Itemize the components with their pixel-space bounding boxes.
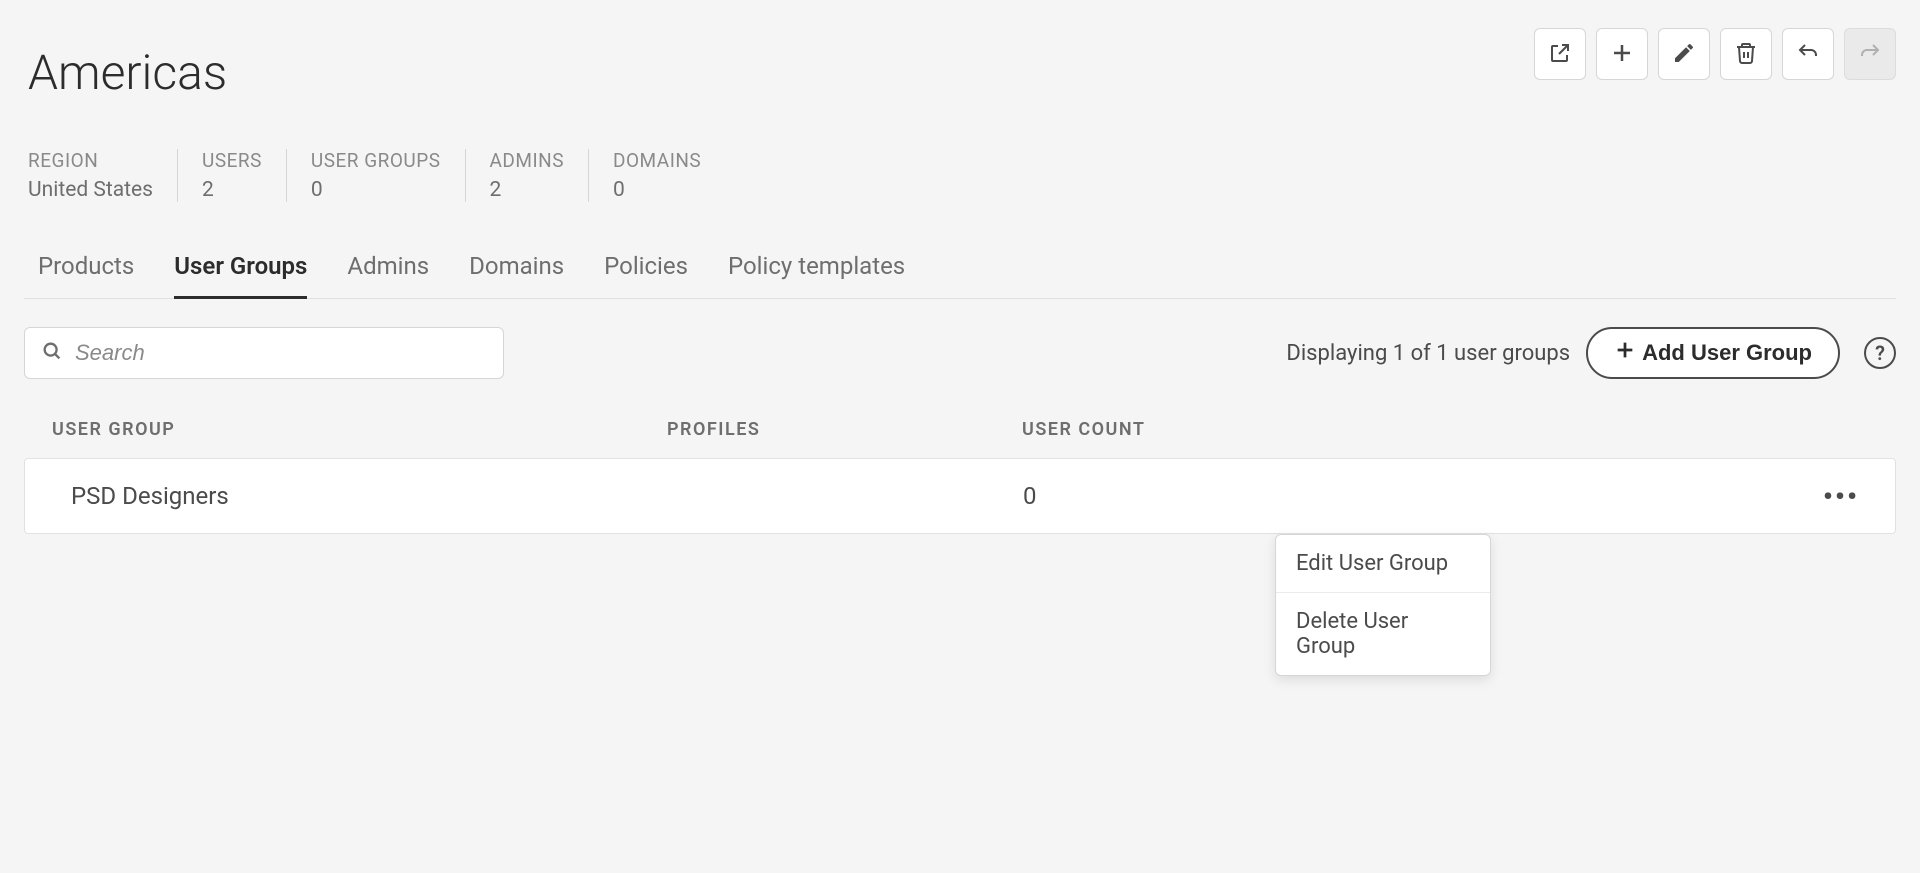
redo-button (1844, 28, 1896, 80)
stat-region: REGION United States (28, 149, 178, 202)
stat-users-label: USERS (202, 149, 262, 172)
trash-icon (1734, 41, 1758, 68)
stat-domains-label: DOMAINS (613, 149, 701, 172)
stat-region-value: United States (28, 178, 153, 202)
stat-region-label: REGION (28, 149, 153, 172)
export-icon (1548, 41, 1572, 68)
search-icon (41, 340, 63, 366)
table-row[interactable]: PSD Designers 0 ••• (24, 458, 1896, 534)
stat-user-groups-value: 0 (311, 178, 441, 202)
plus-icon (1614, 339, 1636, 367)
add-user-group-label: Add User Group (1642, 340, 1812, 366)
table-header: USER GROUP PROFILES USER COUNT (24, 419, 1896, 440)
search-box[interactable] (24, 327, 504, 379)
edit-button[interactable] (1658, 28, 1710, 80)
undo-icon (1796, 41, 1820, 68)
action-toolbar (1534, 28, 1896, 80)
stat-user-groups-label: USER GROUPS (311, 149, 441, 172)
display-count-text: Displaying 1 of 1 user groups (1286, 341, 1570, 366)
redo-icon (1858, 41, 1882, 68)
tab-user-groups[interactable]: User Groups (174, 252, 307, 298)
export-button[interactable] (1534, 28, 1586, 80)
stat-admins-label: ADMINS (490, 149, 564, 172)
cell-user-count: 0 (1023, 482, 1815, 510)
cell-group-name: PSD Designers (53, 482, 668, 510)
delete-button[interactable] (1720, 28, 1772, 80)
more-actions-button[interactable]: ••• (1815, 476, 1867, 517)
stat-domains-value: 0 (613, 178, 701, 202)
undo-button[interactable] (1782, 28, 1834, 80)
tab-domains[interactable]: Domains (469, 252, 564, 298)
page-title: Americas (28, 44, 227, 101)
menu-edit-user-group[interactable]: Edit User Group (1276, 535, 1490, 593)
menu-delete-user-group[interactable]: Delete User Group (1276, 593, 1490, 675)
stat-users: USERS 2 (178, 149, 287, 202)
stat-domains: DOMAINS 0 (589, 149, 725, 202)
th-user-count: USER COUNT (1022, 419, 1868, 440)
tab-policies[interactable]: Policies (604, 252, 688, 298)
search-input[interactable] (75, 340, 487, 366)
tab-policy-templates[interactable]: Policy templates (728, 252, 905, 298)
context-menu: Edit User Group Delete User Group (1275, 534, 1491, 676)
add-button[interactable] (1596, 28, 1648, 80)
tab-products[interactable]: Products (38, 252, 134, 298)
th-profiles: PROFILES (667, 419, 1022, 440)
stats-row: REGION United States USERS 2 USER GROUPS… (28, 149, 1896, 202)
stat-admins: ADMINS 2 (466, 149, 589, 202)
stat-users-value: 2 (202, 178, 262, 202)
pencil-icon (1672, 41, 1696, 68)
help-button[interactable]: ? (1864, 337, 1896, 369)
stat-admins-value: 2 (490, 178, 564, 202)
stat-user-groups: USER GROUPS 0 (287, 149, 466, 202)
filter-row: Displaying 1 of 1 user groups Add User G… (24, 327, 1896, 379)
ellipsis-icon: ••• (1823, 480, 1859, 513)
th-user-group: USER GROUP (52, 419, 667, 440)
tab-admins[interactable]: Admins (347, 252, 429, 298)
plus-icon (1610, 41, 1634, 68)
tabs: Products User Groups Admins Domains Poli… (24, 252, 1896, 299)
add-user-group-button[interactable]: Add User Group (1586, 327, 1840, 379)
